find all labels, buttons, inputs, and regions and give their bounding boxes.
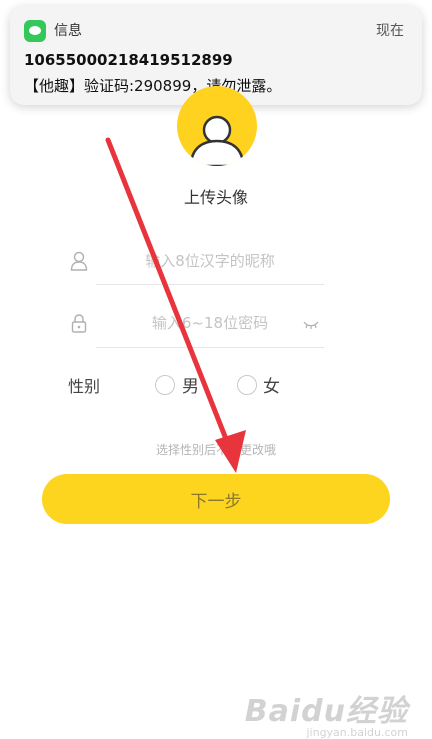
avatar-upload[interactable] bbox=[177, 86, 257, 166]
password-divider bbox=[96, 347, 324, 348]
gender-female-label[interactable]: 女 bbox=[263, 372, 280, 397]
notification-app-name: 信息 bbox=[54, 23, 82, 39]
user-avatar-icon bbox=[189, 115, 245, 166]
gender-male-label[interactable]: 男 bbox=[182, 372, 199, 397]
watermark-brand: Baidu经验 bbox=[244, 694, 408, 729]
gender-female-radio[interactable] bbox=[237, 375, 257, 395]
nickname-input[interactable] bbox=[96, 243, 324, 279]
notification-time: 现在 bbox=[376, 23, 404, 39]
nickname-divider bbox=[96, 284, 324, 285]
eye-closed-icon[interactable] bbox=[303, 320, 319, 330]
notification-sender: 10655000218419512899 bbox=[24, 51, 233, 69]
gender-label: 性别 bbox=[68, 377, 101, 396]
user-icon bbox=[70, 251, 88, 271]
upload-avatar-label: 上传头像 bbox=[183, 188, 248, 207]
baidu-watermark: Baidu经验 jingyan.baidu.com bbox=[245, 686, 408, 739]
lock-icon bbox=[71, 314, 87, 333]
password-input[interactable] bbox=[96, 305, 324, 341]
messages-icon bbox=[24, 20, 46, 42]
next-step-button[interactable]: 下一步 bbox=[42, 474, 390, 524]
gender-hint: 选择性别后不可更改哦 bbox=[155, 443, 276, 457]
gender-male-radio[interactable] bbox=[155, 375, 175, 395]
